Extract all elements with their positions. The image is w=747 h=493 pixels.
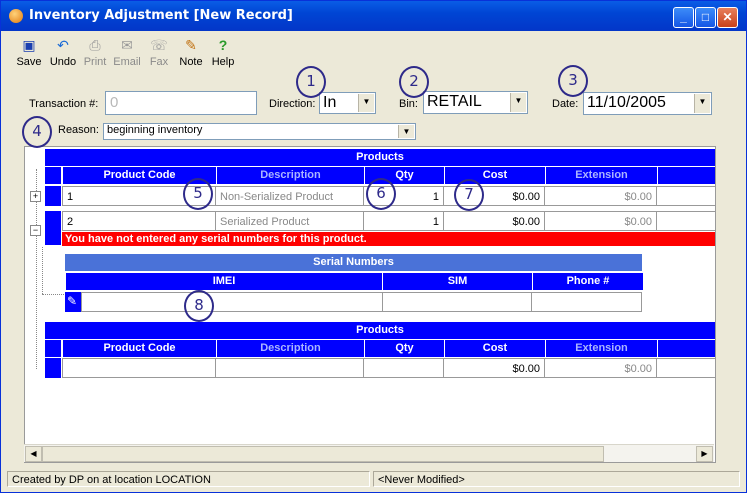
title-bar: Inventory Adjustment [New Record] _ □ ✕	[1, 1, 746, 31]
callout-7: 7	[454, 179, 484, 211]
column-product-code[interactable]: Product Code	[62, 340, 216, 357]
column-cost[interactable]: Cost	[444, 340, 545, 357]
note-button[interactable]: ✎ Note	[175, 37, 207, 68]
close-button[interactable]: ✕	[717, 7, 738, 28]
product-code-cell[interactable]: 2	[62, 211, 216, 231]
note-pencil-icon: ✎	[185, 37, 197, 53]
callout-2: 2	[399, 66, 429, 98]
direction-select[interactable]: In ▼	[319, 92, 376, 114]
transaction-number-field[interactable]: 0	[105, 91, 257, 115]
blank-cell	[656, 211, 715, 231]
chevron-down-icon[interactable]: ▼	[358, 94, 374, 112]
column-blank	[657, 340, 715, 357]
callout-6: 6	[366, 178, 396, 210]
header-row-selector	[45, 167, 61, 184]
modified-status: <Never Modified>	[373, 471, 740, 487]
qty-cell[interactable]	[363, 358, 444, 378]
serial-numbers-header: Serial Numbers	[65, 254, 642, 271]
products-group-header: Products	[45, 149, 715, 166]
reason-select[interactable]: beginning inventory ▼	[103, 123, 416, 140]
floppy-disk-icon: ▣	[22, 37, 36, 53]
horizontal-scrollbar[interactable]: ◀ ▶	[24, 444, 714, 462]
undo-arrow-icon: ↶	[57, 37, 69, 53]
extension-cell: $0.00	[544, 186, 657, 206]
tree-line	[42, 247, 43, 294]
product-code-cell[interactable]	[62, 358, 216, 378]
column-description[interactable]: Description	[216, 340, 364, 357]
undo-button[interactable]: ↶ Undo	[47, 37, 79, 68]
description-cell[interactable]: Non-Serialized Product	[215, 186, 364, 206]
bin-select[interactable]: RETAIL ▼	[423, 91, 528, 114]
phone-input[interactable]	[531, 292, 642, 312]
date-picker[interactable]: 11/10/2005 ▼	[583, 92, 712, 115]
row-selector[interactable]	[45, 211, 61, 245]
column-blank	[657, 167, 715, 184]
printer-icon: ⎙	[89, 37, 101, 53]
chevron-down-icon[interactable]: ▼	[398, 125, 414, 138]
blank-cell	[656, 358, 715, 378]
save-button[interactable]: ▣ Save	[13, 37, 45, 68]
edit-pencil-icon: ✎	[67, 294, 78, 308]
callout-3: 3	[558, 65, 588, 97]
column-description[interactable]: Description	[216, 167, 364, 184]
created-status: Created by DP on at location LOCATION	[7, 471, 370, 487]
maximize-button[interactable]: □	[695, 7, 716, 28]
column-extension[interactable]: Extension	[545, 340, 657, 357]
question-mark-icon: ?	[218, 37, 228, 53]
direction-label: Direction:	[269, 98, 316, 110]
serial-row-selector[interactable]: ✎	[65, 292, 81, 312]
envelope-icon: ✉	[121, 37, 133, 53]
header-row-selector	[45, 340, 61, 357]
bin-label: Bin:	[399, 98, 418, 110]
scroll-left-icon[interactable]: ◀	[25, 446, 42, 462]
scroll-thumb[interactable]	[42, 446, 604, 462]
minimize-button[interactable]: _	[673, 7, 694, 28]
serial-error-message: You have not entered any serial numbers …	[62, 232, 715, 246]
extension-cell: $0.00	[544, 211, 657, 231]
products-new-header: Products	[45, 322, 715, 339]
chevron-down-icon[interactable]: ▼	[694, 94, 710, 113]
callout-4: 4	[22, 116, 52, 148]
blank-cell	[656, 186, 715, 206]
expand-row-icon[interactable]: +	[30, 191, 41, 202]
callout-5: 5	[183, 178, 213, 210]
description-cell[interactable]: Serialized Product	[215, 211, 364, 231]
chevron-down-icon[interactable]: ▼	[510, 93, 526, 112]
date-label: Date:	[552, 98, 579, 110]
scroll-right-icon[interactable]: ▶	[696, 446, 713, 462]
callout-1: 1	[296, 66, 326, 98]
description-cell[interactable]	[215, 358, 364, 378]
collapse-row-icon[interactable]: −	[30, 225, 41, 236]
qty-cell[interactable]: 1	[363, 211, 444, 231]
tree-line	[42, 294, 64, 295]
fax-icon: ☏	[150, 37, 168, 53]
inventory-adjustment-window: Inventory Adjustment [New Record] _ □ ✕ …	[0, 0, 747, 493]
cost-cell[interactable]: $0.00	[443, 211, 545, 231]
help-button[interactable]: ? Help	[207, 37, 239, 68]
sim-input[interactable]	[382, 292, 532, 312]
reason-label: Reason:	[58, 124, 99, 136]
status-bar: Created by DP on at location LOCATION <N…	[7, 471, 740, 488]
column-imei[interactable]: IMEI	[65, 273, 382, 290]
print-button[interactable]: ⎙ Print	[79, 37, 111, 68]
transaction-label: Transaction #:	[29, 98, 99, 110]
callout-8: 8	[184, 290, 214, 322]
row-selector[interactable]	[45, 186, 61, 206]
column-extension[interactable]: Extension	[545, 167, 657, 184]
column-qty[interactable]: Qty	[364, 340, 444, 357]
fax-button[interactable]: ☏ Fax	[143, 37, 175, 68]
new-row-selector[interactable]	[45, 358, 61, 378]
cost-cell[interactable]: $0.00	[443, 358, 545, 378]
email-button[interactable]: ✉ Email	[111, 37, 143, 68]
column-sim[interactable]: SIM	[382, 273, 532, 290]
column-phone[interactable]: Phone #	[532, 273, 643, 290]
window-title: Inventory Adjustment [New Record]	[29, 8, 293, 23]
extension-cell: $0.00	[544, 358, 657, 378]
app-icon	[9, 9, 23, 23]
imei-input[interactable]	[81, 292, 383, 312]
